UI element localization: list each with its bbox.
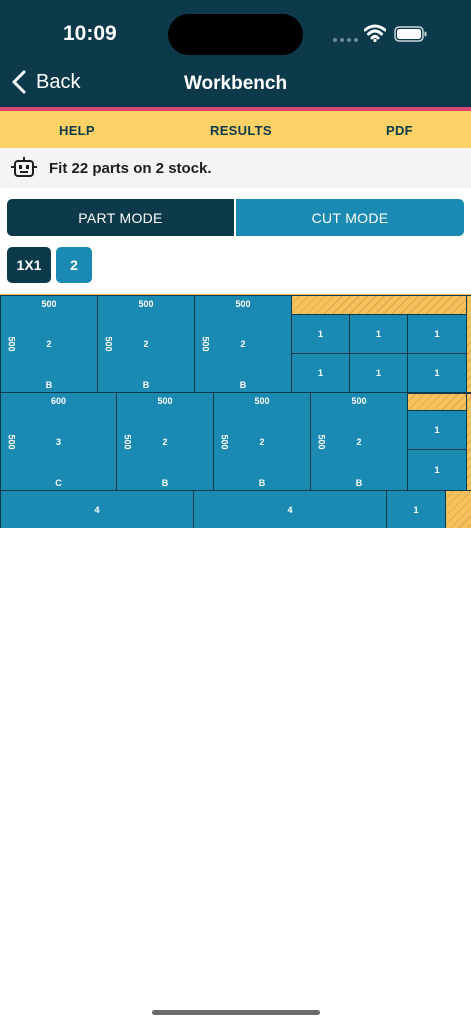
tab-help[interactable]: HELP: [59, 123, 95, 138]
part-qty-label: 2: [46, 339, 52, 349]
strip-part-block[interactable]: 4: [193, 490, 387, 528]
small-part-block[interactable]: 1: [407, 410, 467, 450]
small-part-block[interactable]: 1: [291, 353, 350, 393]
robot-icon: [11, 157, 37, 177]
part-qty-label: 1: [375, 368, 381, 378]
part-block[interactable]: 500 500 2 B: [97, 295, 195, 393]
part-qty-label: 1: [434, 465, 440, 475]
part-group-label: B: [355, 478, 363, 488]
part-qty-label: 2: [259, 436, 265, 447]
small-part-block[interactable]: 1: [407, 314, 467, 354]
small-part-block[interactable]: 1: [407, 353, 467, 393]
tab-bar: HELP RESULTS PDF: [0, 111, 471, 148]
part-group-label: B: [142, 380, 150, 390]
strip-part-block[interactable]: 4: [0, 490, 194, 528]
part-mode-button[interactable]: PART MODE: [7, 199, 234, 236]
cellular-signal-icon: [333, 38, 358, 42]
waste-area: [291, 295, 467, 315]
part-block[interactable]: 500 500 2 B: [310, 392, 408, 491]
stock-count-chip[interactable]: 2: [56, 247, 92, 283]
part-group-label: B: [239, 380, 247, 390]
part-qty-label: 4: [94, 505, 100, 515]
wifi-icon: [364, 24, 386, 42]
small-part-block[interactable]: 1: [291, 314, 350, 354]
fit-summary-text: Fit 22 parts on 2 stock.: [49, 160, 212, 177]
small-part-block[interactable]: 1: [349, 314, 408, 354]
app-header: 10:09 Back Workbench: [0, 0, 471, 108]
part-width-label: 500: [235, 299, 251, 309]
stock-sheet[interactable]: 500 500 2 B 500 500 2 B 500 500 2 B 1 1 …: [0, 294, 471, 528]
part-qty-label: 1: [317, 329, 323, 339]
part-block[interactable]: 600 500 3 C: [0, 392, 117, 491]
part-block[interactable]: 500 500 2 B: [194, 295, 292, 393]
part-qty-label: 2: [162, 436, 168, 447]
part-group-label: B: [161, 478, 169, 488]
part-qty-label: 4: [287, 505, 293, 515]
tab-results[interactable]: RESULTS: [210, 123, 272, 138]
small-part-block[interactable]: 1: [407, 449, 467, 491]
part-qty-label: 1: [434, 368, 440, 378]
home-indicator[interactable]: [152, 1010, 320, 1015]
part-group-label: C: [55, 478, 62, 488]
part-qty-label: 1: [434, 425, 440, 435]
part-width-label: 500: [254, 396, 270, 406]
status-time: 10:09: [63, 22, 117, 45]
part-width-label: 500: [138, 299, 154, 309]
cut-mode-button[interactable]: CUT MODE: [236, 199, 464, 236]
part-group-label: B: [45, 380, 53, 390]
part-qty-label: 2: [356, 436, 362, 447]
part-block[interactable]: 500 500 2 B: [213, 392, 311, 491]
small-part-block[interactable]: 1: [386, 490, 446, 528]
part-qty-label: 2: [240, 339, 246, 349]
part-qty-label: 2: [143, 339, 149, 349]
page-title: Workbench: [183, 73, 288, 94]
part-qty-label: 3: [55, 436, 61, 447]
part-width-label: 600: [50, 396, 67, 406]
part-qty-label: 1: [413, 505, 419, 515]
info-bar: Fit 22 parts on 2 stock.: [0, 148, 471, 188]
part-width-label: 500: [351, 396, 367, 406]
part-qty-label: 1: [434, 329, 440, 339]
part-width-label: 500: [41, 299, 57, 309]
waste-area: [407, 393, 467, 411]
part-group-label: B: [258, 478, 266, 488]
part-block[interactable]: 500 500 2 B: [0, 295, 98, 393]
dynamic-island: [168, 14, 303, 55]
part-qty-label: 1: [317, 368, 323, 378]
waste-area: [445, 490, 471, 528]
stock-layout-chip[interactable]: 1X1: [7, 247, 51, 283]
battery-icon: [394, 26, 427, 42]
tab-pdf[interactable]: PDF: [386, 123, 413, 138]
part-qty-label: 1: [375, 329, 381, 339]
part-width-label: 500: [157, 396, 173, 406]
small-part-block[interactable]: 1: [349, 353, 408, 393]
part-block[interactable]: 500 500 2 B: [116, 392, 214, 491]
